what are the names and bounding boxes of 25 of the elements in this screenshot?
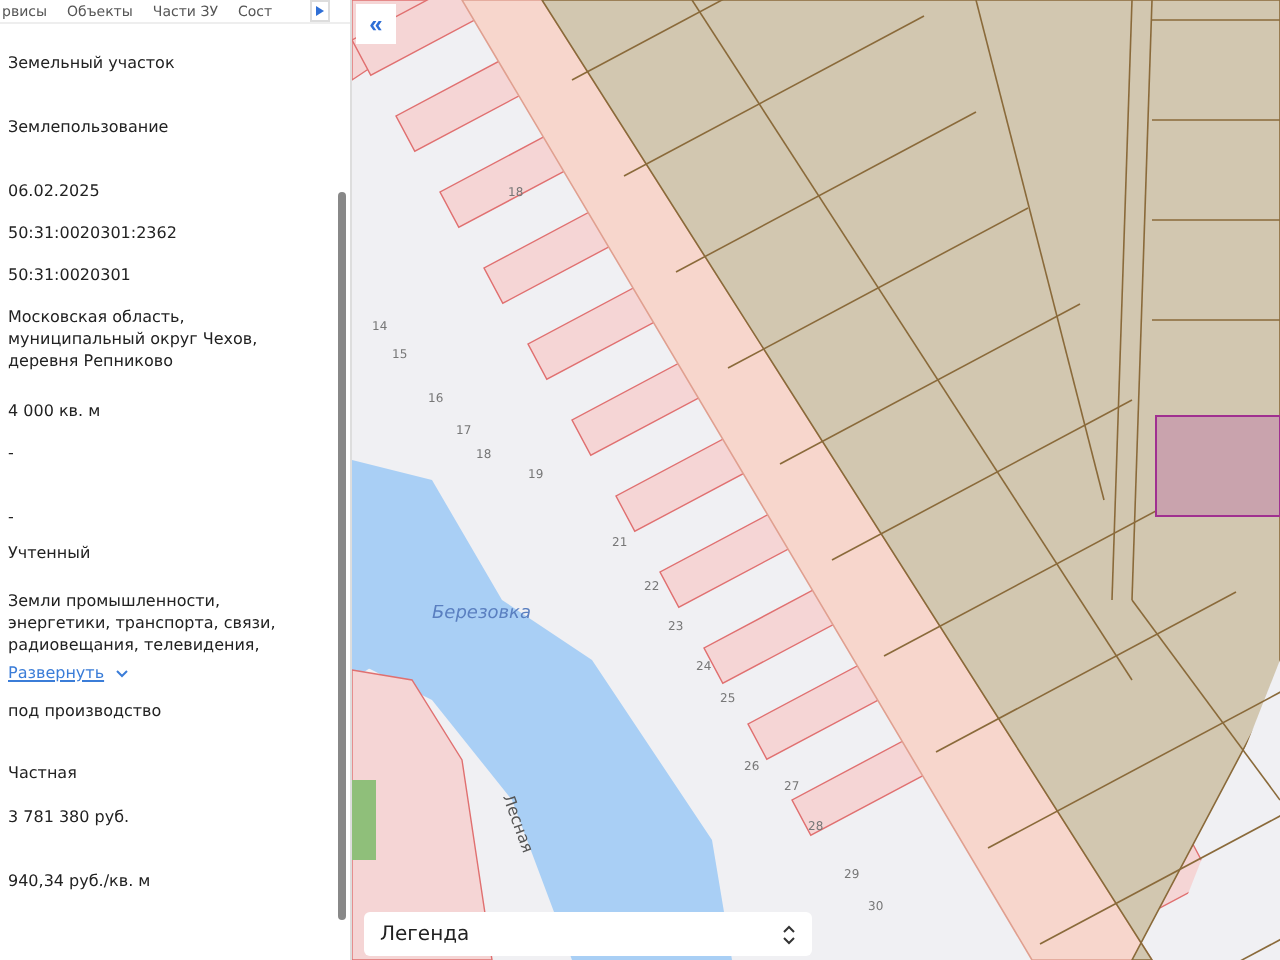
chevron-down-icon	[116, 669, 129, 677]
field-value: Московская область, муниципальный округ Чехов, деревня Репниково	[8, 306, 260, 372]
field-value: 50:31:0020301	[8, 264, 133, 286]
river-label: Березовка	[432, 604, 532, 624]
tabs-scroll-button[interactable]	[310, 0, 330, 22]
field-value: Частная	[8, 762, 79, 784]
field-value: Учтенный	[8, 542, 93, 564]
field-value: 940,34 руб./кв. м	[8, 870, 153, 892]
field-value: 06.02.2025	[8, 180, 102, 202]
scrollbar[interactable]	[338, 192, 346, 920]
legend-label: Легенда	[380, 923, 470, 945]
legend-dropdown[interactable]: Легенда	[364, 912, 812, 956]
expand-link[interactable]: Развернуть	[8, 662, 105, 684]
field-value: -	[8, 506, 16, 528]
field-value: 3 781 380 руб.	[8, 806, 132, 828]
field-value: Землепользование	[8, 116, 171, 138]
field-value: 50:31:0020301:2362	[8, 222, 179, 244]
field-value: Земельный участок	[8, 52, 177, 74]
collapse-panel-button[interactable]: «	[356, 4, 396, 44]
caret-icon	[316, 6, 324, 16]
field-value: Земли промышленности, энергетики, транспорта, связи, радиовещания, телевидения,	[8, 590, 278, 656]
chevron-up-down-icon	[782, 923, 796, 945]
field-value: -	[8, 442, 16, 464]
field-value: 4 000 кв. м	[8, 400, 103, 422]
field-value: под производство	[8, 700, 164, 722]
